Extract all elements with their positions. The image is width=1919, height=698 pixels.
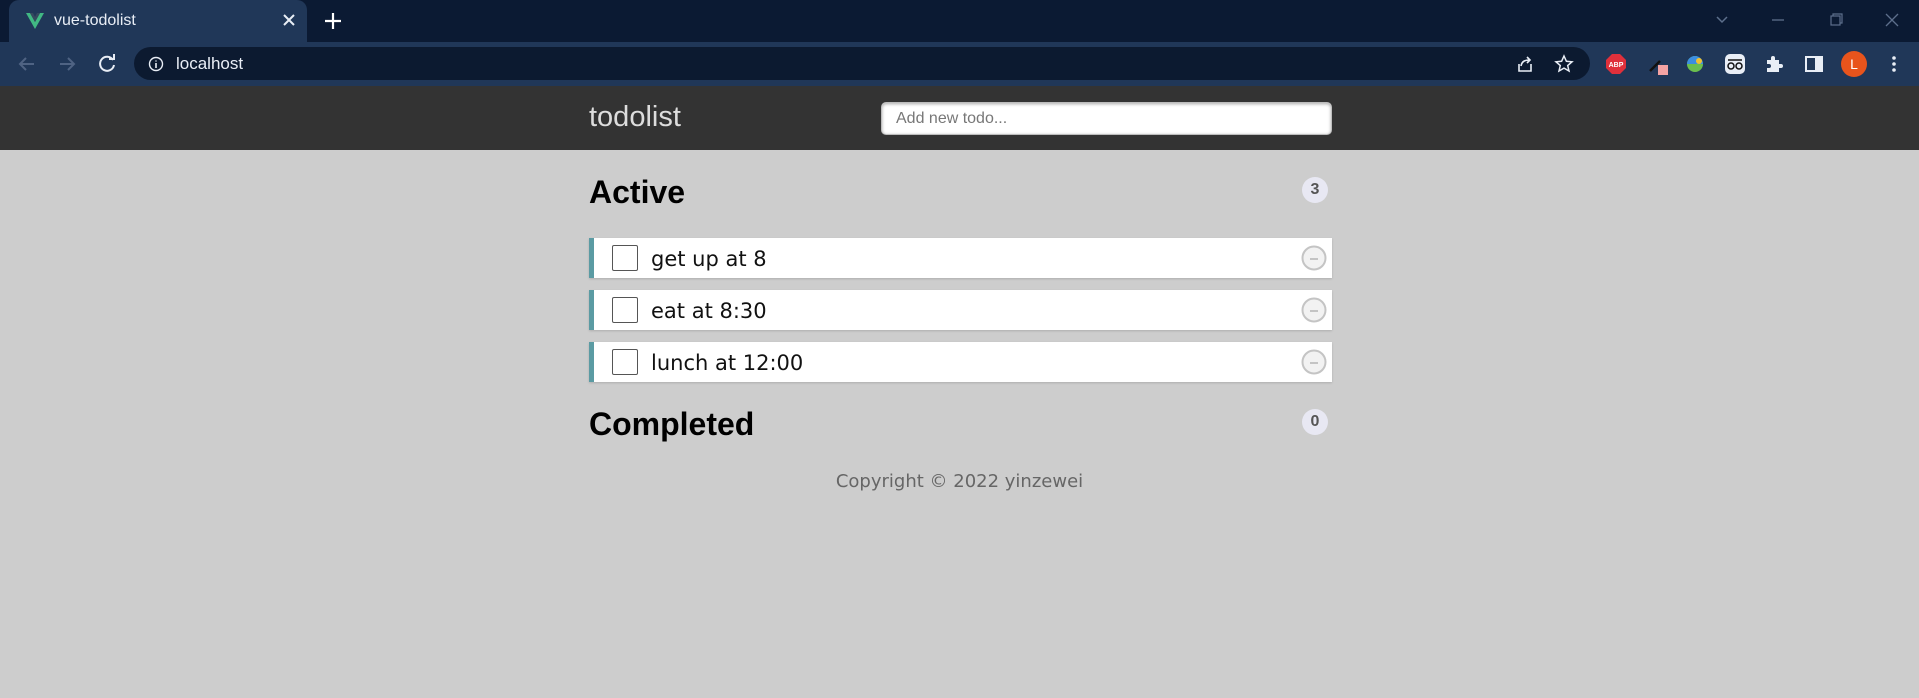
- reload-icon[interactable]: [94, 51, 120, 77]
- app-title: todolist: [589, 101, 681, 133]
- completed-section-title: Completed: [589, 406, 755, 442]
- todo-text: lunch at 12:00: [651, 351, 804, 375]
- minimize-icon[interactable]: [1764, 8, 1792, 32]
- restore-icon[interactable]: [1822, 8, 1850, 32]
- active-count-badge: 3: [1302, 177, 1328, 203]
- puzzle-icon[interactable]: [1762, 52, 1786, 76]
- remove-todo-icon[interactable]: [1301, 245, 1327, 271]
- browser-toolbar: localhost ABP L: [0, 42, 1919, 86]
- close-tab-icon[interactable]: [279, 10, 299, 30]
- app-header: todolist: [0, 86, 1919, 150]
- footer-copyright: Copyright © 2022 yinzewei: [835, 471, 1084, 492]
- site-info-icon[interactable]: [148, 56, 164, 72]
- remove-todo-icon[interactable]: [1301, 297, 1327, 323]
- todo-item: get up at 8: [589, 238, 1332, 278]
- browser-tab[interactable]: vue-todolist: [9, 0, 307, 42]
- active-todo-list: get up at 8 eat at 8:30 lunch at 12:00: [589, 238, 1332, 394]
- address-bar[interactable]: localhost: [134, 47, 1590, 80]
- glasses-icon[interactable]: [1723, 52, 1747, 76]
- menu-kebab-icon[interactable]: [1882, 52, 1906, 76]
- todo-item: lunch at 12:00: [589, 342, 1332, 382]
- browser-tabstrip: vue-todolist: [0, 0, 1919, 42]
- todo-item: eat at 8:30: [589, 290, 1332, 330]
- adblock-plus-icon[interactable]: ABP: [1604, 52, 1628, 76]
- svg-text:ABP: ABP: [1609, 62, 1624, 69]
- back-arrow-icon[interactable]: [14, 51, 40, 77]
- profile-avatar[interactable]: L: [1841, 51, 1867, 77]
- close-window-icon[interactable]: [1878, 8, 1906, 32]
- tab-title: vue-todolist: [54, 12, 136, 29]
- vue-logo-icon: [26, 13, 44, 29]
- address-url[interactable]: localhost: [176, 54, 243, 74]
- bookmark-star-icon[interactable]: [1554, 54, 1574, 74]
- remove-todo-icon[interactable]: [1301, 349, 1327, 375]
- share-icon[interactable]: [1515, 54, 1535, 74]
- todo-text: get up at 8: [651, 247, 767, 271]
- new-todo-input[interactable]: [881, 102, 1332, 135]
- todo-checkbox[interactable]: [612, 349, 638, 375]
- todo-checkbox[interactable]: [612, 297, 638, 323]
- active-section-title: Active: [589, 174, 686, 210]
- tab-search-icon[interactable]: [1708, 8, 1736, 32]
- side-panel-icon[interactable]: [1802, 52, 1826, 76]
- colorful-extension-icon[interactable]: [1683, 52, 1707, 76]
- forward-arrow-icon[interactable]: [54, 51, 80, 77]
- completed-count-badge: 0: [1302, 409, 1328, 435]
- new-tab-icon[interactable]: [322, 10, 344, 32]
- eyedropper-icon[interactable]: [1645, 52, 1669, 76]
- todo-checkbox[interactable]: [612, 245, 638, 271]
- todo-text: eat at 8:30: [651, 299, 767, 323]
